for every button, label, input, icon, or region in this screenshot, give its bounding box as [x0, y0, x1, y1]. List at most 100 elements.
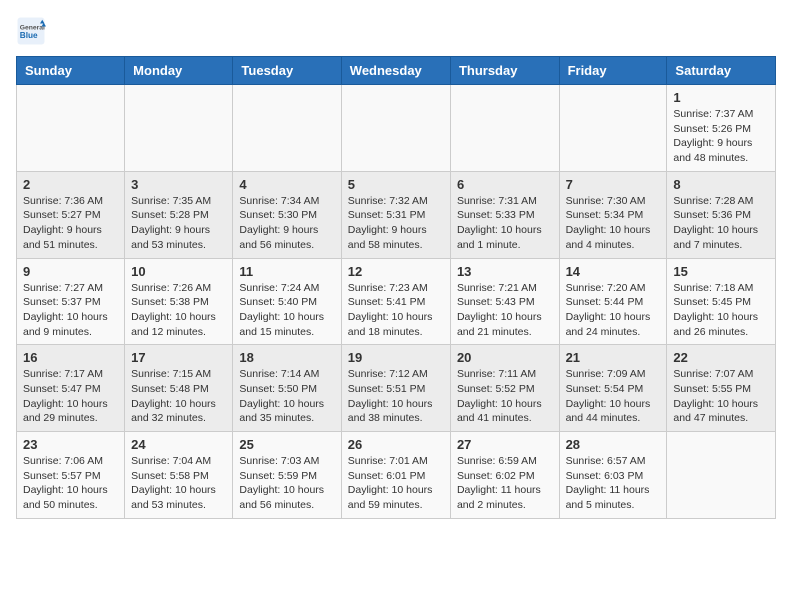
- logo: General Blue: [16, 16, 50, 46]
- day-info: Sunrise: 7:17 AM Sunset: 5:47 PM Dayligh…: [23, 367, 118, 426]
- day-info: Sunrise: 7:07 AM Sunset: 5:55 PM Dayligh…: [673, 367, 769, 426]
- calendar-cell: 7 Sunrise: 7:30 AM Sunset: 5:34 PM Daylig…: [559, 171, 667, 258]
- day-info: Sunrise: 7:37 AM Sunset: 5:26 PM Dayligh…: [673, 107, 769, 166]
- day-number: 4: [239, 177, 334, 192]
- calendar-cell: [233, 85, 341, 172]
- day-info: Sunrise: 7:01 AM Sunset: 6:01 PM Dayligh…: [348, 454, 444, 513]
- day-number: 15: [673, 264, 769, 279]
- day-number: 23: [23, 437, 118, 452]
- day-number: 11: [239, 264, 334, 279]
- calendar-cell: 24Sunrise: 7:04 AM Sunset: 5:58 PM Dayli…: [125, 432, 233, 519]
- day-number: 2: [23, 177, 118, 192]
- calendar-cell: [341, 85, 450, 172]
- day-info: Sunrise: 7:34 AM Sunset: 5:30 PM Dayligh…: [239, 194, 334, 253]
- calendar-cell: 18Sunrise: 7:14 AM Sunset: 5:50 PM Dayli…: [233, 345, 341, 432]
- day-number: 14: [566, 264, 661, 279]
- svg-text:Blue: Blue: [20, 31, 38, 40]
- day-info: Sunrise: 7:24 AM Sunset: 5:40 PM Dayligh…: [239, 281, 334, 340]
- day-info: Sunrise: 7:04 AM Sunset: 5:58 PM Dayligh…: [131, 454, 226, 513]
- weekday-header-monday: Monday: [125, 57, 233, 85]
- page-header: General Blue: [16, 16, 776, 46]
- day-number: 26: [348, 437, 444, 452]
- calendar-cell: 16 Sunrise: 7:17 AM Sunset: 5:47 PM Dayli…: [17, 345, 125, 432]
- calendar-cell: 1 Sunrise: 7:37 AM Sunset: 5:26 PM Daylig…: [667, 85, 776, 172]
- day-info: Sunrise: 7:11 AM Sunset: 5:52 PM Dayligh…: [457, 367, 553, 426]
- day-info: Sunrise: 7:28 AM Sunset: 5:36 PM Dayligh…: [673, 194, 769, 253]
- weekday-header-friday: Friday: [559, 57, 667, 85]
- day-info: Sunrise: 7:35 AM Sunset: 5:28 PM Dayligh…: [131, 194, 226, 253]
- calendar-cell: 15 Sunrise: 7:18 AM Sunset: 5:45 PM Dayli…: [667, 258, 776, 345]
- calendar-cell: [559, 85, 667, 172]
- day-info: Sunrise: 7:36 AM Sunset: 5:27 PM Dayligh…: [23, 194, 118, 253]
- calendar-cell: 23 Sunrise: 7:06 AM Sunset: 5:57 PM Dayli…: [17, 432, 125, 519]
- day-number: 16: [23, 350, 118, 365]
- weekday-header-thursday: Thursday: [450, 57, 559, 85]
- day-number: 10: [131, 264, 226, 279]
- calendar-week-3: 9Sunrise: 7:27 AM Sunset: 5:37 PM Daylig…: [17, 258, 776, 345]
- calendar-week-2: 2 Sunrise: 7:36 AM Sunset: 5:27 PM Daylig…: [17, 171, 776, 258]
- day-number: 8: [673, 177, 769, 192]
- calendar-cell: 4 Sunrise: 7:34 AM Sunset: 5:30 PM Daylig…: [233, 171, 341, 258]
- day-info: Sunrise: 7:20 AM Sunset: 5:44 PM Dayligh…: [566, 281, 661, 340]
- day-info: Sunrise: 7:06 AM Sunset: 5:57 PM Dayligh…: [23, 454, 118, 513]
- day-info: Sunrise: 7:21 AM Sunset: 5:43 PM Dayligh…: [457, 281, 553, 340]
- day-number: 20: [457, 350, 553, 365]
- calendar-header-row: SundayMondayTuesdayWednesdayThursdayFrid…: [17, 57, 776, 85]
- calendar-cell: 8 Sunrise: 7:28 AM Sunset: 5:36 PM Daylig…: [667, 171, 776, 258]
- calendar-cell: 12 Sunrise: 7:23 AM Sunset: 5:41 PM Dayli…: [341, 258, 450, 345]
- calendar-cell: 28 Sunrise: 6:57 AM Sunset: 6:03 PM Dayli…: [559, 432, 667, 519]
- calendar-cell: [17, 85, 125, 172]
- calendar-week-5: 23 Sunrise: 7:06 AM Sunset: 5:57 PM Dayli…: [17, 432, 776, 519]
- day-info: Sunrise: 7:18 AM Sunset: 5:45 PM Dayligh…: [673, 281, 769, 340]
- calendar-cell: 3 Sunrise: 7:35 AM Sunset: 5:28 PM Daylig…: [125, 171, 233, 258]
- day-number: 1: [673, 90, 769, 105]
- logo-icon: General Blue: [16, 16, 46, 46]
- day-info: Sunrise: 7:12 AM Sunset: 5:51 PM Dayligh…: [348, 367, 444, 426]
- day-info: Sunrise: 7:32 AM Sunset: 5:31 PM Dayligh…: [348, 194, 444, 253]
- day-number: 3: [131, 177, 226, 192]
- calendar-cell: [125, 85, 233, 172]
- calendar-cell: 14 Sunrise: 7:20 AM Sunset: 5:44 PM Dayli…: [559, 258, 667, 345]
- calendar-body: 1 Sunrise: 7:37 AM Sunset: 5:26 PM Daylig…: [17, 85, 776, 519]
- weekday-header-wednesday: Wednesday: [341, 57, 450, 85]
- calendar-cell: [667, 432, 776, 519]
- day-number: 12: [348, 264, 444, 279]
- day-info: Sunrise: 7:09 AM Sunset: 5:54 PM Dayligh…: [566, 367, 661, 426]
- weekday-header-sunday: Sunday: [17, 57, 125, 85]
- calendar-cell: 6 Sunrise: 7:31 AM Sunset: 5:33 PM Daylig…: [450, 171, 559, 258]
- day-info: Sunrise: 7:27 AM Sunset: 5:37 PM Dayligh…: [23, 281, 118, 340]
- day-info: Sunrise: 6:59 AM Sunset: 6:02 PM Dayligh…: [457, 454, 553, 513]
- day-info: Sunrise: 7:30 AM Sunset: 5:34 PM Dayligh…: [566, 194, 661, 253]
- day-number: 21: [566, 350, 661, 365]
- weekday-header-saturday: Saturday: [667, 57, 776, 85]
- calendar-cell: 21 Sunrise: 7:09 AM Sunset: 5:54 PM Dayli…: [559, 345, 667, 432]
- calendar-week-1: 1 Sunrise: 7:37 AM Sunset: 5:26 PM Daylig…: [17, 85, 776, 172]
- calendar-cell: 20 Sunrise: 7:11 AM Sunset: 5:52 PM Dayli…: [450, 345, 559, 432]
- calendar-cell: [450, 85, 559, 172]
- day-info: Sunrise: 7:15 AM Sunset: 5:48 PM Dayligh…: [131, 367, 226, 426]
- day-number: 19: [348, 350, 444, 365]
- day-number: 17: [131, 350, 226, 365]
- calendar-cell: 17 Sunrise: 7:15 AM Sunset: 5:48 PM Dayli…: [125, 345, 233, 432]
- day-info: Sunrise: 7:03 AM Sunset: 5:59 PM Dayligh…: [239, 454, 334, 513]
- calendar-cell: 25 Sunrise: 7:03 AM Sunset: 5:59 PM Dayli…: [233, 432, 341, 519]
- day-number: 6: [457, 177, 553, 192]
- day-number: 27: [457, 437, 553, 452]
- day-info: Sunrise: 7:14 AM Sunset: 5:50 PM Dayligh…: [239, 367, 334, 426]
- calendar-cell: 2 Sunrise: 7:36 AM Sunset: 5:27 PM Daylig…: [17, 171, 125, 258]
- calendar-cell: 26 Sunrise: 7:01 AM Sunset: 6:01 PM Dayli…: [341, 432, 450, 519]
- day-number: 28: [566, 437, 661, 452]
- day-number: 25: [239, 437, 334, 452]
- day-info: Sunrise: 7:31 AM Sunset: 5:33 PM Dayligh…: [457, 194, 553, 253]
- weekday-header-tuesday: Tuesday: [233, 57, 341, 85]
- calendar-cell: 5 Sunrise: 7:32 AM Sunset: 5:31 PM Daylig…: [341, 171, 450, 258]
- day-info: Sunrise: 7:26 AM Sunset: 5:38 PM Dayligh…: [131, 281, 226, 340]
- calendar-week-4: 16 Sunrise: 7:17 AM Sunset: 5:47 PM Dayli…: [17, 345, 776, 432]
- day-number: 7: [566, 177, 661, 192]
- day-info: Sunrise: 6:57 AM Sunset: 6:03 PM Dayligh…: [566, 454, 661, 513]
- calendar-cell: 9Sunrise: 7:27 AM Sunset: 5:37 PM Daylig…: [17, 258, 125, 345]
- calendar-cell: 13Sunrise: 7:21 AM Sunset: 5:43 PM Dayli…: [450, 258, 559, 345]
- day-number: 22: [673, 350, 769, 365]
- day-number: 5: [348, 177, 444, 192]
- day-info: Sunrise: 7:23 AM Sunset: 5:41 PM Dayligh…: [348, 281, 444, 340]
